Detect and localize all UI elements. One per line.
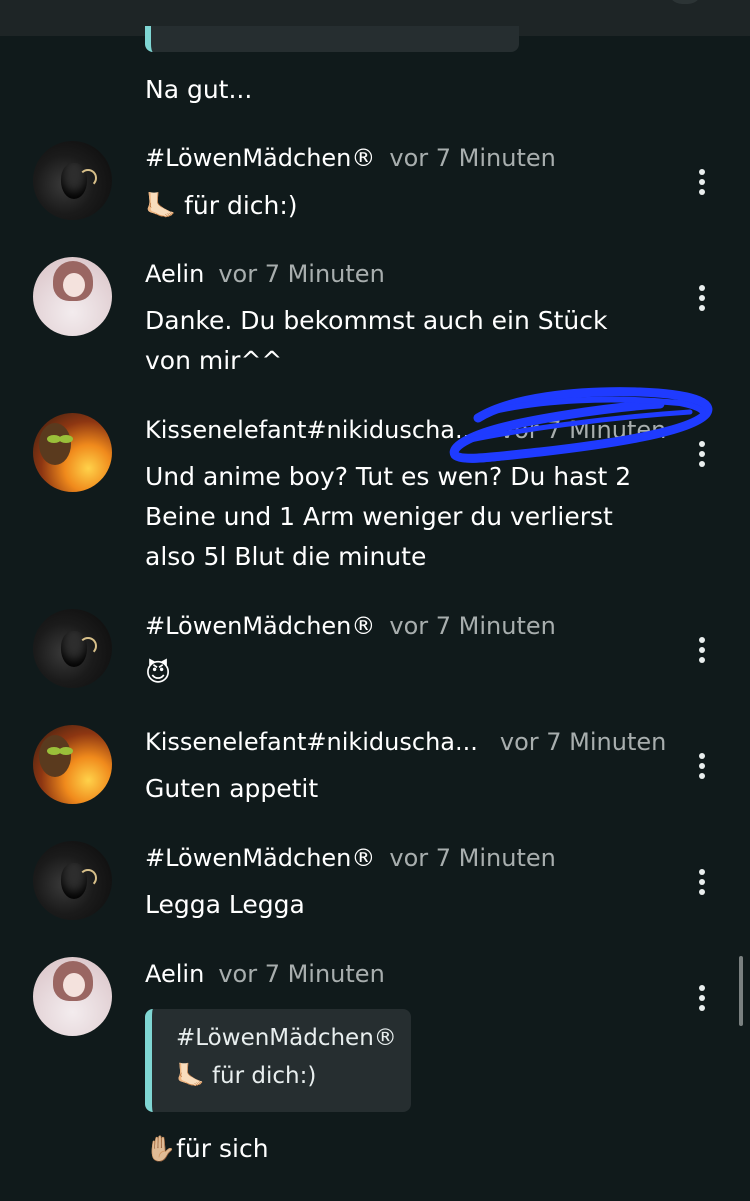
quoted-text: 🦶🏻 für dich:) bbox=[176, 1063, 317, 1089]
timestamp: vor 7 Minuten bbox=[218, 260, 385, 288]
username[interactable]: Aelin bbox=[145, 260, 204, 288]
username[interactable]: Aelin bbox=[145, 960, 204, 988]
username[interactable]: #LöwenMädchen® bbox=[145, 144, 375, 172]
more-options-icon[interactable] bbox=[690, 636, 714, 666]
quoted-username: #LöwenMädchen® bbox=[176, 1025, 397, 1051]
header-avatar-edge[interactable] bbox=[668, 0, 702, 4]
message-text: Legga Legga bbox=[145, 890, 305, 919]
more-options-icon[interactable] bbox=[690, 284, 714, 314]
previous-message-text: Na gut... bbox=[145, 75, 253, 104]
message-text: Guten appetit bbox=[145, 774, 319, 803]
message-text: ✋🏼für sich bbox=[145, 1134, 269, 1163]
user-avatar[interactable] bbox=[33, 257, 112, 336]
user-avatar[interactable] bbox=[33, 413, 112, 492]
message-text: Und anime boy? Tut es wen? Du hast 2 Bei… bbox=[145, 462, 632, 571]
message-text: 🦶🏻 für dich:) bbox=[145, 191, 298, 220]
user-avatar[interactable] bbox=[33, 841, 112, 920]
user-avatar[interactable] bbox=[33, 141, 112, 220]
user-avatar[interactable] bbox=[33, 725, 112, 804]
more-options-icon[interactable] bbox=[690, 868, 714, 898]
timestamp: vor 7 Minuten bbox=[499, 416, 667, 444]
timestamp: vor 7 Minuten bbox=[389, 144, 556, 172]
timestamp: vor 7 Minuten bbox=[389, 612, 556, 640]
timestamp: vor 7 Minuten bbox=[389, 844, 556, 872]
more-options-icon[interactable] bbox=[690, 984, 714, 1014]
message-text: Danke. Du bekommst auch ein Stück von mi… bbox=[145, 306, 608, 375]
scrollbar[interactable] bbox=[739, 956, 743, 1026]
username[interactable]: #LöwenMädchen® bbox=[145, 844, 375, 872]
timestamp: vor 7 Minuten bbox=[218, 960, 385, 988]
more-options-icon[interactable] bbox=[690, 168, 714, 198]
username[interactable]: Kissenelefant#nikiduscha... bbox=[145, 416, 478, 444]
previous-quote-card bbox=[145, 26, 519, 52]
username[interactable]: Kissenelefant#nikiduscha... bbox=[145, 728, 478, 756]
timestamp: vor 7 Minuten bbox=[499, 728, 667, 756]
more-options-icon[interactable] bbox=[690, 752, 714, 782]
user-avatar[interactable] bbox=[33, 609, 112, 688]
message-text: 😈 bbox=[145, 658, 172, 687]
more-options-icon[interactable] bbox=[690, 440, 714, 470]
username[interactable]: #LöwenMädchen® bbox=[145, 612, 375, 640]
user-avatar[interactable] bbox=[33, 957, 112, 1036]
quoted-message[interactable]: #LöwenMädchen® 🦶🏻 für dich:) bbox=[145, 1009, 411, 1112]
